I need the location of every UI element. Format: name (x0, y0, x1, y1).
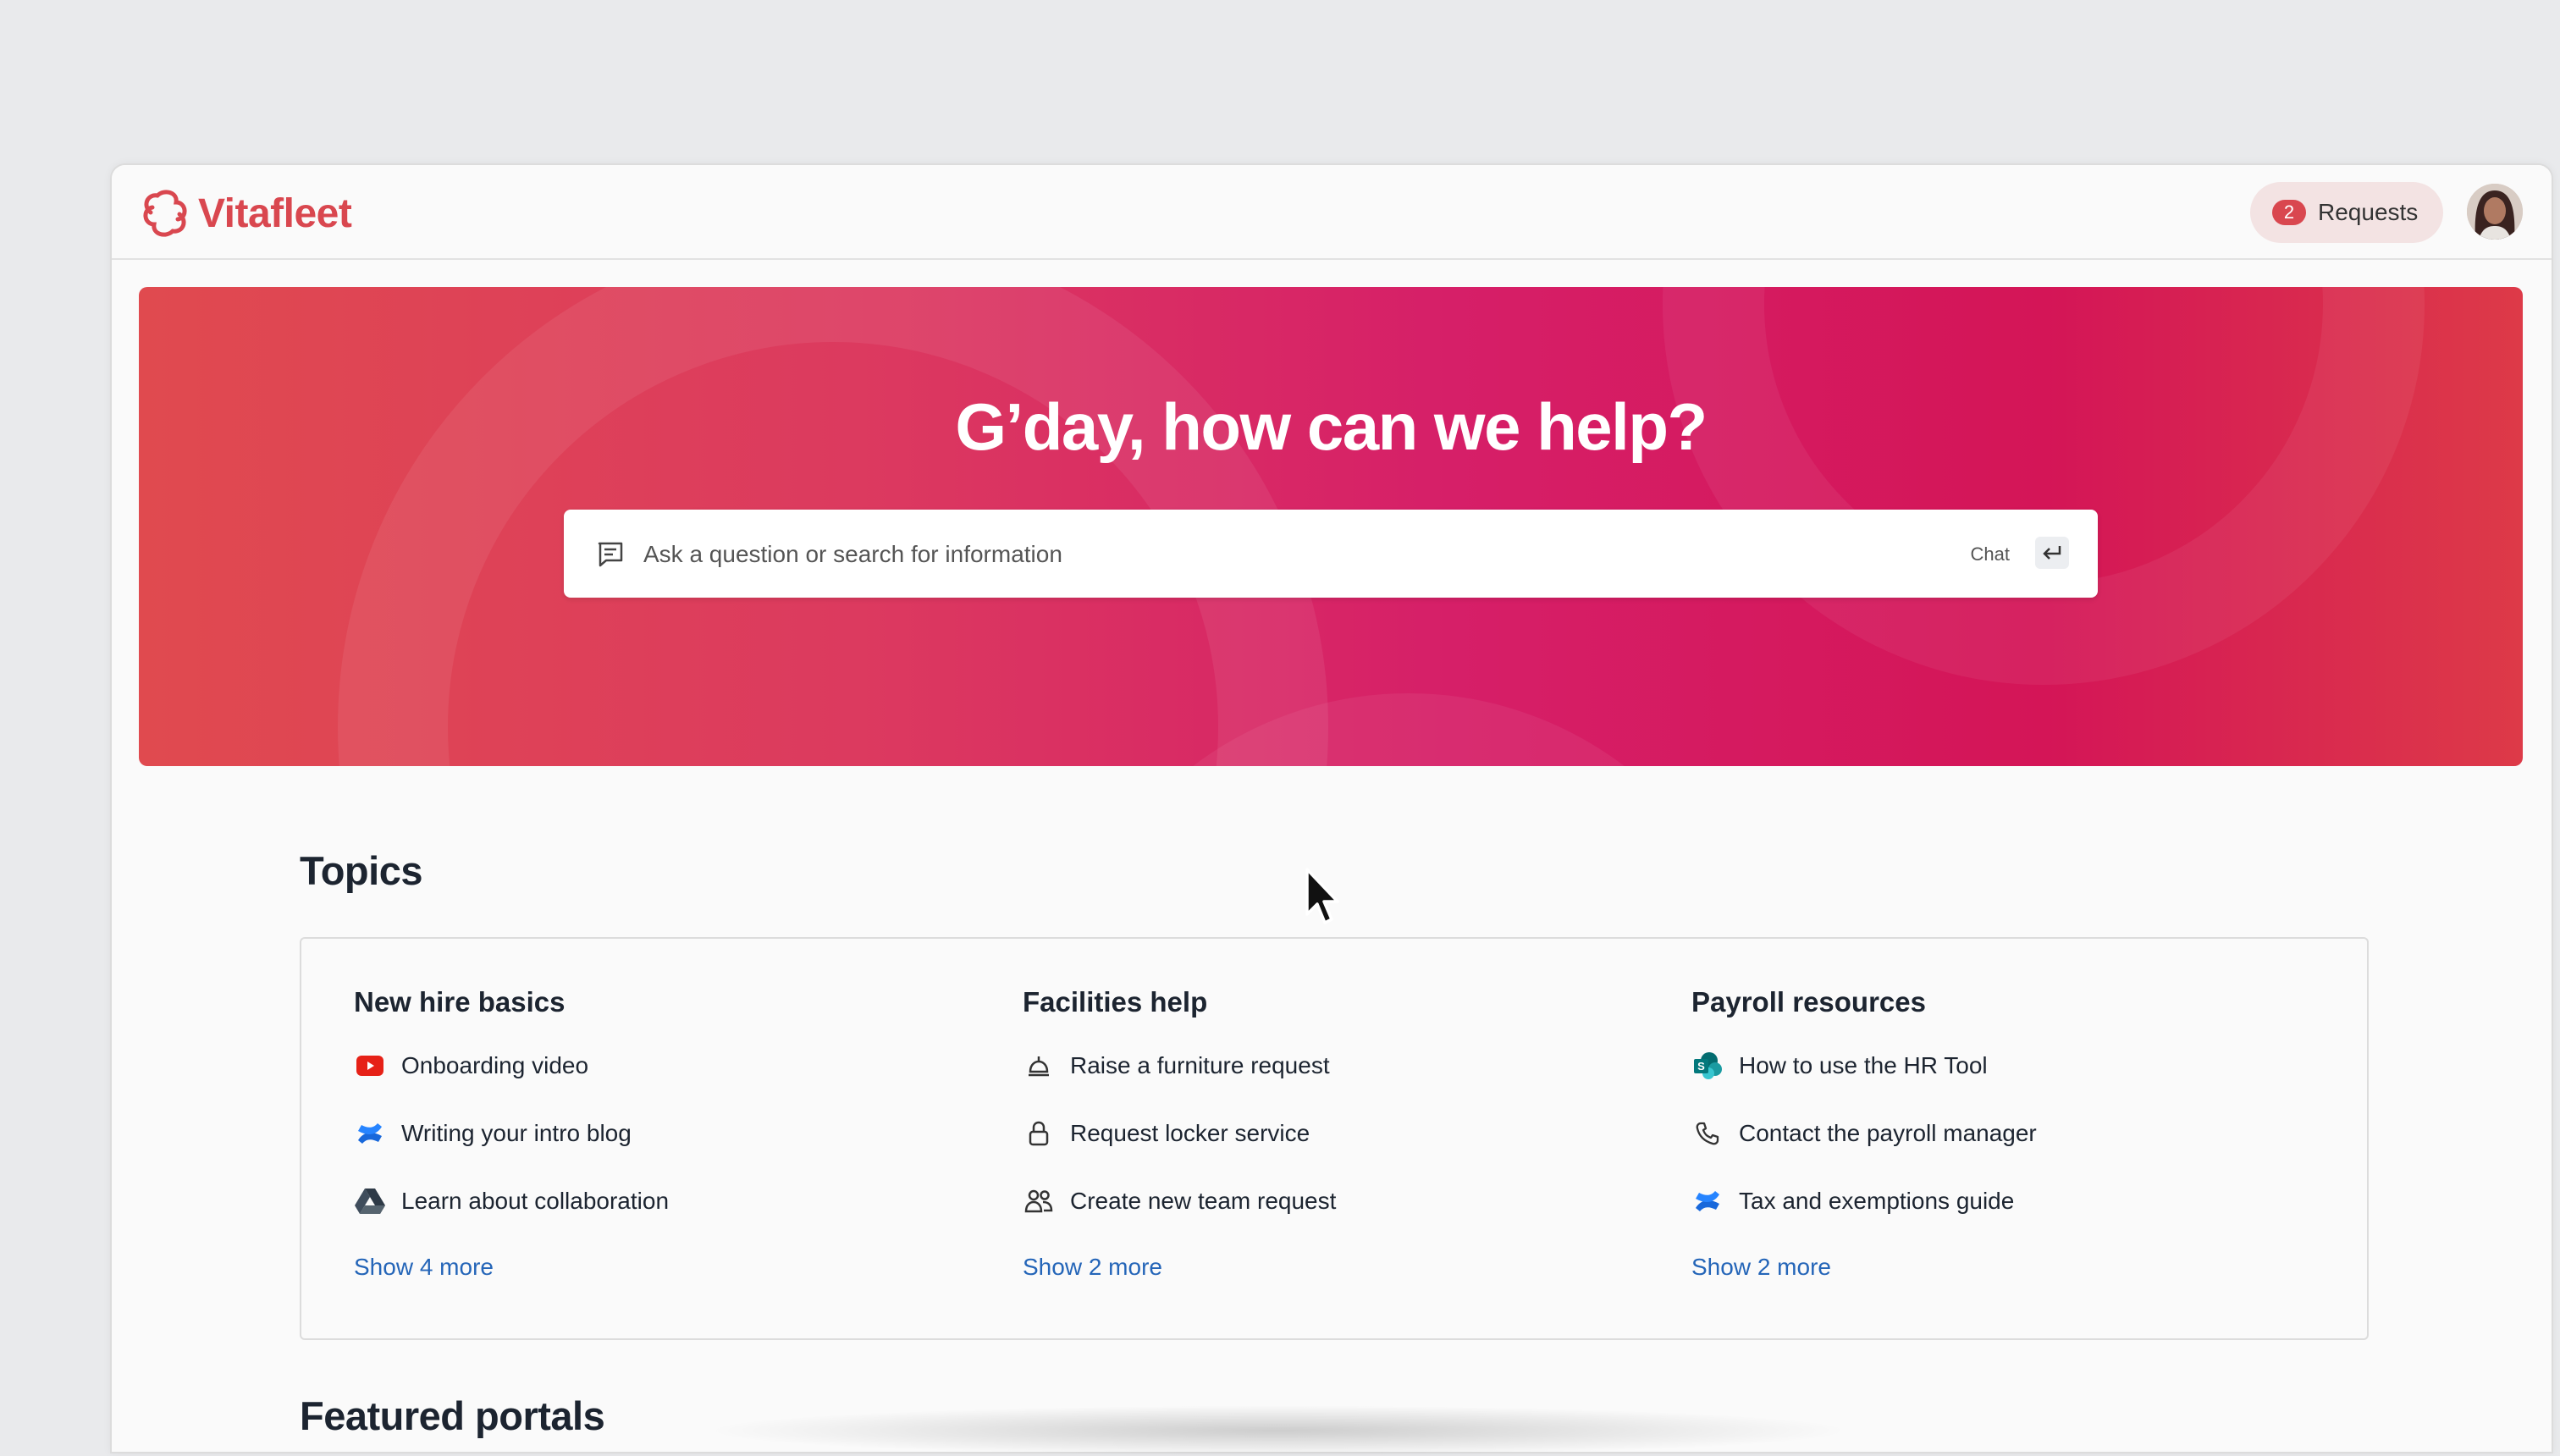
show-more-link[interactable]: Show 2 more (1023, 1254, 1162, 1281)
brand-name: Vitafleet (198, 190, 352, 236)
topic-column-facilities: Facilities help Raise a furniture reques… (1023, 939, 1666, 1338)
topic-link[interactable]: Writing your intro blog (354, 1115, 632, 1152)
svg-text:S: S (1697, 1060, 1705, 1073)
topics-card: New hire basics Onboarding video Writing… (300, 937, 2369, 1340)
chat-label: Chat (1970, 543, 2010, 565)
topic-link-label: Contact the payroll manager (1739, 1120, 2037, 1146)
topic-link[interactable]: Tax and exemptions guide (1691, 1183, 2014, 1220)
topic-link[interactable]: Onboarding video (354, 1047, 588, 1084)
popup-shadow (703, 1405, 1854, 1456)
topic-link-label: Learn about collaboration (401, 1188, 670, 1214)
topic-column-payroll: Payroll resources S How to use the HR To… (1691, 939, 2335, 1338)
user-avatar[interactable] (2467, 184, 2523, 240)
topic-link-label: Writing your intro blog (401, 1120, 632, 1146)
topic-column-new-hire: New hire basics Onboarding video Writing… (354, 939, 997, 1338)
google-drive-icon (354, 1185, 386, 1217)
requests-button[interactable]: 2 Requests (2250, 182, 2443, 243)
topic-heading: Facilities help (1023, 986, 1208, 1018)
phone-icon (1691, 1117, 1724, 1150)
confluence-icon (1691, 1185, 1724, 1217)
vitafleet-logo-icon (143, 190, 187, 237)
app-window: Vitafleet 2 Requests G’day, how can we h… (110, 163, 2553, 1453)
topic-link-label: Request locker service (1070, 1120, 1310, 1146)
topic-link[interactable]: Request locker service (1023, 1115, 1310, 1152)
search-input[interactable] (642, 532, 1830, 577)
topic-link-label: Tax and exemptions guide (1739, 1188, 2015, 1214)
topic-link[interactable]: S How to use the HR Tool (1691, 1047, 1988, 1084)
topic-link[interactable]: Create new team request (1023, 1183, 1336, 1220)
youtube-icon (354, 1050, 386, 1082)
enter-key-icon (2043, 546, 2061, 560)
topic-link[interactable]: Raise a furniture request (1023, 1047, 1330, 1084)
topics-title: Topics (300, 848, 422, 893)
hero-title: G’day, how can we help? (955, 389, 1708, 464)
search-bar[interactable]: Chat (564, 510, 2098, 598)
requests-count-badge: 2 (2272, 200, 2306, 225)
topic-heading: Payroll resources (1691, 986, 1926, 1018)
featured-portals-title: Featured portals (300, 1393, 605, 1438)
confluence-icon (354, 1117, 386, 1150)
hero-banner: G’day, how can we help? Chat (139, 287, 2523, 766)
chat-bubble-icon (598, 542, 623, 567)
requests-label: Requests (2318, 199, 2419, 225)
brand-logo[interactable]: Vitafleet (139, 187, 352, 240)
topic-link-label: How to use the HR Tool (1739, 1052, 1988, 1078)
mouse-cursor-icon (1305, 868, 1339, 924)
topic-link[interactable]: Contact the payroll manager (1691, 1115, 2037, 1152)
avatar-image-icon (2467, 184, 2523, 240)
service-bell-icon (1023, 1050, 1055, 1082)
top-bar: Vitafleet 2 Requests (112, 165, 2552, 260)
topic-link-label: Onboarding video (401, 1052, 589, 1078)
topic-link-label: Create new team request (1070, 1188, 1337, 1214)
show-more-link[interactable]: Show 4 more (354, 1254, 494, 1281)
topic-heading: New hire basics (354, 986, 566, 1018)
enter-key-button[interactable] (2035, 537, 2069, 569)
lock-icon (1023, 1117, 1055, 1150)
show-more-link[interactable]: Show 2 more (1691, 1254, 1831, 1281)
people-icon (1023, 1185, 1055, 1217)
topic-link-label: Raise a furniture request (1070, 1052, 1330, 1078)
sharepoint-icon: S (1691, 1050, 1724, 1082)
topic-link[interactable]: Learn about collaboration (354, 1183, 669, 1220)
